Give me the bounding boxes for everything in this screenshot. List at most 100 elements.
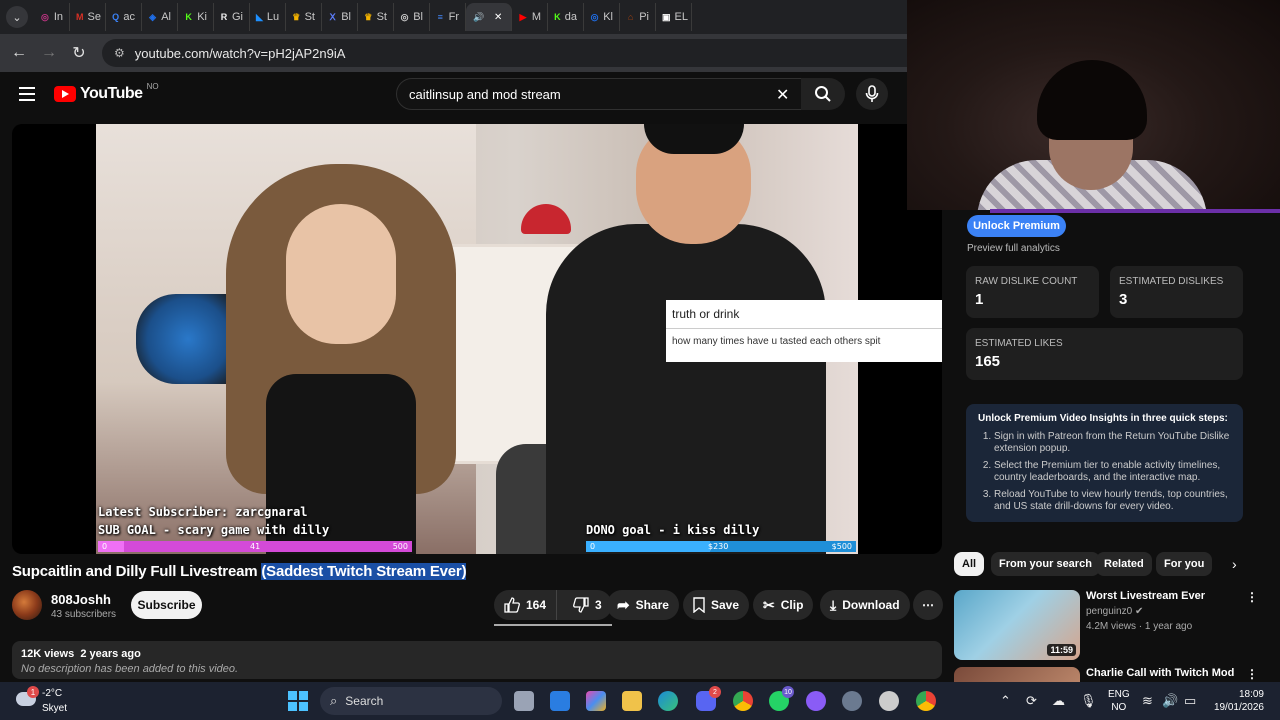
chrome-icon[interactable] bbox=[733, 691, 753, 711]
start-icon[interactable] bbox=[288, 691, 308, 711]
reload-icon[interactable]: ↻ bbox=[64, 43, 94, 63]
tab-search-dropdown-icon[interactable]: ⌄ bbox=[6, 6, 28, 28]
chip-from-your-search[interactable]: From your search bbox=[991, 552, 1100, 576]
raw-dislike-value: 1 bbox=[975, 291, 984, 308]
video-player[interactable]: truth or drink how many times have u tas… bbox=[12, 124, 942, 554]
country-code: NO bbox=[146, 81, 159, 91]
browser-tab[interactable]: ▣ EL bbox=[656, 3, 692, 31]
tab-title: Al bbox=[161, 11, 171, 23]
channel-avatar[interactable] bbox=[12, 590, 42, 620]
voice-search-button[interactable] bbox=[856, 78, 888, 110]
system-tray: ⌃ ⟳ ☁ 🎙 ENG NO ≋ 🔊 ▭ 18:09 19/01/2026 bbox=[1000, 682, 1280, 720]
browser-tab[interactable]: ♛ St bbox=[286, 3, 322, 31]
unlock-premium-button[interactable]: Unlock Premium bbox=[967, 215, 1066, 237]
tab-favicon-icon: R bbox=[220, 12, 228, 22]
channel-name[interactable]: 808Joshh bbox=[51, 592, 111, 607]
download-button[interactable]: ⤓ Download bbox=[820, 590, 910, 620]
forward-icon[interactable]: → bbox=[34, 44, 64, 62]
browser-tab[interactable]: ◎ Kl bbox=[584, 3, 620, 31]
volume-icon[interactable]: 🔊 bbox=[1162, 693, 1178, 709]
youtube-logo[interactable]: YouTube NO bbox=[54, 81, 159, 103]
messenger-icon[interactable] bbox=[806, 691, 826, 711]
subscribe-button[interactable]: Subscribe bbox=[131, 591, 202, 619]
recommendation-title[interactable]: Worst Livestream Ever bbox=[1086, 590, 1205, 602]
browser-tab[interactable]: Ⅹ Bl bbox=[322, 3, 358, 31]
recommendation-meta: 4.2M views · 1 year ago bbox=[1086, 621, 1193, 632]
description-box[interactable]: 12K views 2 years ago No description has… bbox=[12, 641, 942, 679]
chip-for-you[interactable]: For you bbox=[1156, 552, 1213, 576]
back-icon[interactable]: ← bbox=[4, 44, 34, 62]
settings-icon[interactable] bbox=[842, 691, 862, 711]
language-indicator[interactable]: ENG NO bbox=[1108, 688, 1130, 714]
youtube-wordmark: YouTube bbox=[80, 85, 143, 102]
video-thumbnail[interactable]: 11:59 bbox=[954, 590, 1080, 660]
like-dislike-group: 164 3 bbox=[494, 590, 612, 620]
scissors-icon: ✂ bbox=[763, 596, 775, 613]
clip-button[interactable]: ✂ Clip bbox=[753, 590, 814, 620]
whatsapp-icon[interactable]: 10 bbox=[769, 686, 794, 711]
upload-age: 2 years ago bbox=[80, 648, 141, 660]
browser-tab[interactable]: ◈ Al bbox=[142, 3, 178, 31]
browser-tab[interactable]: ⌂ Pi bbox=[620, 3, 656, 31]
youtube-play-icon bbox=[54, 86, 76, 102]
tab-favicon-icon: ▶ bbox=[519, 11, 527, 22]
site-info-icon[interactable]: ⚙ bbox=[114, 46, 125, 60]
browser-tab[interactable]: ◎ Bl bbox=[394, 3, 430, 31]
browser-tab[interactable]: ▶ M bbox=[512, 3, 548, 31]
discord-icon[interactable]: 2 bbox=[696, 686, 721, 711]
save-button[interactable]: Save bbox=[683, 590, 750, 620]
tab-title: Lu bbox=[266, 11, 280, 23]
wifi-icon[interactable]: ≋ bbox=[1142, 693, 1153, 709]
estimated-likes-value: 165 bbox=[975, 353, 1001, 370]
clock[interactable]: 18:09 19/01/2026 bbox=[1206, 688, 1264, 714]
store-icon[interactable] bbox=[550, 691, 570, 711]
estimated-dislikes-card: ESTIMATED DISLIKES 3 bbox=[1110, 266, 1243, 318]
chevron-right-icon[interactable]: › bbox=[1232, 556, 1237, 572]
browser-tab[interactable]: ◎ In bbox=[34, 3, 70, 31]
preview-analytics-text: Preview full analytics bbox=[967, 243, 1060, 254]
browser-tab[interactable]: ♛ St bbox=[358, 3, 394, 31]
clear-search-icon[interactable]: ✕ bbox=[776, 85, 789, 105]
browser-tab[interactable]: ≡ Fr bbox=[430, 3, 466, 31]
search-button[interactable] bbox=[801, 78, 845, 110]
edge-icon[interactable] bbox=[658, 691, 678, 711]
obs-icon[interactable] bbox=[879, 691, 899, 711]
copilot-icon[interactable] bbox=[586, 691, 606, 711]
windows-taskbar: 1 -2°C Skyet ⌕ Search 2 10 ⌃ ⟳ ☁ 🎙 ENG NO… bbox=[0, 682, 1280, 720]
browser-tab[interactable]: Qac bbox=[106, 3, 142, 31]
recommendation-item[interactable]: Charlie Call with Twitch Mod ⋮ bbox=[954, 667, 1272, 682]
battery-icon[interactable]: ▭ bbox=[1184, 693, 1196, 709]
menu-icon[interactable] bbox=[19, 87, 35, 105]
chip-related[interactable]: Related bbox=[1096, 552, 1152, 576]
browser-tab[interactable]: Kda bbox=[548, 3, 584, 31]
more-options-icon[interactable]: ⋮ bbox=[1246, 590, 1258, 604]
browser-tab[interactable]: 🔊 ✕ bbox=[466, 3, 512, 31]
dislike-button[interactable]: 3 bbox=[563, 590, 612, 620]
view-count: 12K views bbox=[21, 648, 75, 660]
chip-all[interactable]: All bbox=[954, 552, 985, 576]
tab-favicon-icon: ♛ bbox=[292, 11, 301, 22]
like-button[interactable]: 164 bbox=[494, 590, 558, 620]
browser-tab[interactable]: K Ki bbox=[178, 3, 214, 31]
file-explorer-icon[interactable] bbox=[622, 691, 642, 711]
share-button[interactable]: ➦ Share bbox=[607, 590, 679, 620]
address-bar[interactable]: ⚙ youtube.com/watch?v=pH2jAP2n9iA bbox=[102, 39, 982, 67]
chrome-profile-icon[interactable] bbox=[916, 691, 936, 711]
search-input[interactable]: caitlinsup and mod stream bbox=[396, 78, 804, 110]
microphone-tray-icon[interactable]: 🎙 bbox=[1080, 693, 1097, 709]
onedrive-icon[interactable]: ☁ bbox=[1052, 693, 1065, 709]
show-hidden-icons-icon[interactable]: ⌃ bbox=[1000, 693, 1011, 709]
taskbar-search[interactable]: ⌕ Search bbox=[320, 687, 502, 715]
browser-tab[interactable]: M Se bbox=[70, 3, 106, 31]
video-thumbnail[interactable] bbox=[954, 667, 1080, 682]
sync-icon[interactable]: ⟳ bbox=[1026, 693, 1037, 709]
task-view-icon[interactable] bbox=[514, 691, 534, 711]
browser-tab[interactable]: ◣ Lu bbox=[250, 3, 286, 31]
browser-tab[interactable]: R Gi bbox=[214, 3, 250, 31]
recommendation-item[interactable]: 11:59 Worst Livestream Ever penguinz0 ✔ … bbox=[954, 590, 1272, 660]
more-options-icon[interactable]: ⋮ bbox=[1246, 667, 1258, 681]
sub-goal-current: 41 bbox=[250, 542, 261, 551]
recommendation-title[interactable]: Charlie Call with Twitch Mod bbox=[1086, 667, 1234, 679]
close-tab-icon[interactable]: ✕ bbox=[494, 12, 502, 23]
more-actions-button[interactable]: ⋯ bbox=[913, 590, 943, 620]
